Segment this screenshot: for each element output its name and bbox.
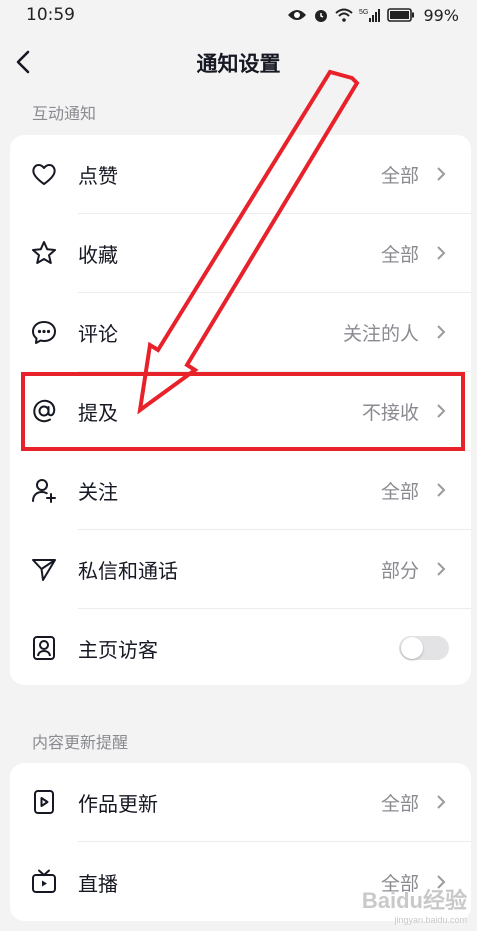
row-profile-visitors: 主页访客 [10, 609, 471, 685]
follow-user-icon [32, 479, 56, 503]
toggle-knob [401, 637, 423, 659]
row-likes[interactable]: 点赞 全部 [10, 135, 471, 213]
divider [78, 841, 471, 842]
row-label: 作品更新 [78, 792, 158, 816]
chevron-right-icon [437, 246, 446, 260]
battery-percent: 99% [423, 5, 459, 25]
chevron-right-icon [437, 562, 446, 576]
svg-text:5G: 5G [359, 9, 368, 16]
row-favorites[interactable]: 收藏 全部 [10, 214, 471, 292]
row-value: 全部 [380, 481, 419, 503]
row-label: 点赞 [78, 164, 118, 188]
eye-icon [288, 10, 307, 20]
row-label: 主页访客 [78, 638, 158, 662]
row-works-updates[interactable]: 作品更新 全部 [10, 763, 471, 841]
comment-icon [32, 321, 56, 344]
row-value: 不接收 [361, 402, 419, 424]
row-value: 部分 [380, 560, 419, 582]
wifi-icon [335, 8, 354, 22]
chevron-right-icon [437, 325, 446, 339]
row-value: 全部 [380, 793, 419, 815]
row-label: 评论 [78, 322, 118, 346]
chevron-right-icon [437, 795, 446, 809]
at-icon [33, 399, 56, 423]
status-icons: 5G 99% [287, 4, 459, 26]
row-messages-calls[interactable]: 私信和通话 部分 [10, 530, 471, 608]
row-value: 全部 [380, 165, 419, 187]
live-tv-icon [32, 869, 56, 893]
header: 通知设置 [0, 36, 477, 88]
status-time: 10:59 [26, 5, 75, 25]
star-icon [32, 241, 56, 264]
chevron-right-icon [437, 483, 446, 497]
profile-visitor-icon [33, 636, 55, 660]
row-label: 收藏 [78, 243, 118, 267]
row-follows[interactable]: 关注 全部 [10, 451, 471, 529]
chevron-right-icon [437, 404, 446, 418]
heart-icon [32, 164, 56, 185]
alarm-icon [315, 10, 328, 22]
row-mentions[interactable]: 提及 不接收 [10, 372, 471, 450]
page-title: 通知设置 [196, 52, 281, 76]
watermark: Baidu经验 jingyan.baidu.com [362, 883, 467, 925]
row-value: 关注的人 [342, 323, 419, 345]
send-icon [32, 559, 56, 581]
watermark-subtext: jingyan.baidu.com [394, 915, 467, 925]
row-value: 全部 [380, 244, 419, 266]
battery-icon [387, 8, 415, 22]
row-label: 直播 [78, 872, 118, 896]
section-title-content-updates: 内容更新提醒 [32, 733, 129, 752]
row-label: 私信和通话 [78, 559, 178, 583]
status-bar: 10:59 5G 99% [0, 0, 477, 32]
interaction-card: 点赞 全部 收藏 全部 评论 关注的人 提及 不接收 关注 全部 私信和通话 部… [10, 135, 471, 685]
row-comments[interactable]: 评论 关注的人 [10, 293, 471, 371]
row-label: 关注 [78, 480, 118, 504]
section-title-interaction: 互动通知 [32, 104, 97, 123]
signal-5g-icon: 5G [359, 9, 381, 22]
video-play-icon [34, 790, 54, 814]
row-label: 提及 [78, 401, 118, 425]
profile-visitors-toggle[interactable] [399, 636, 449, 660]
chevron-right-icon [437, 167, 446, 181]
watermark-text: Baidu经验 [361, 888, 467, 913]
